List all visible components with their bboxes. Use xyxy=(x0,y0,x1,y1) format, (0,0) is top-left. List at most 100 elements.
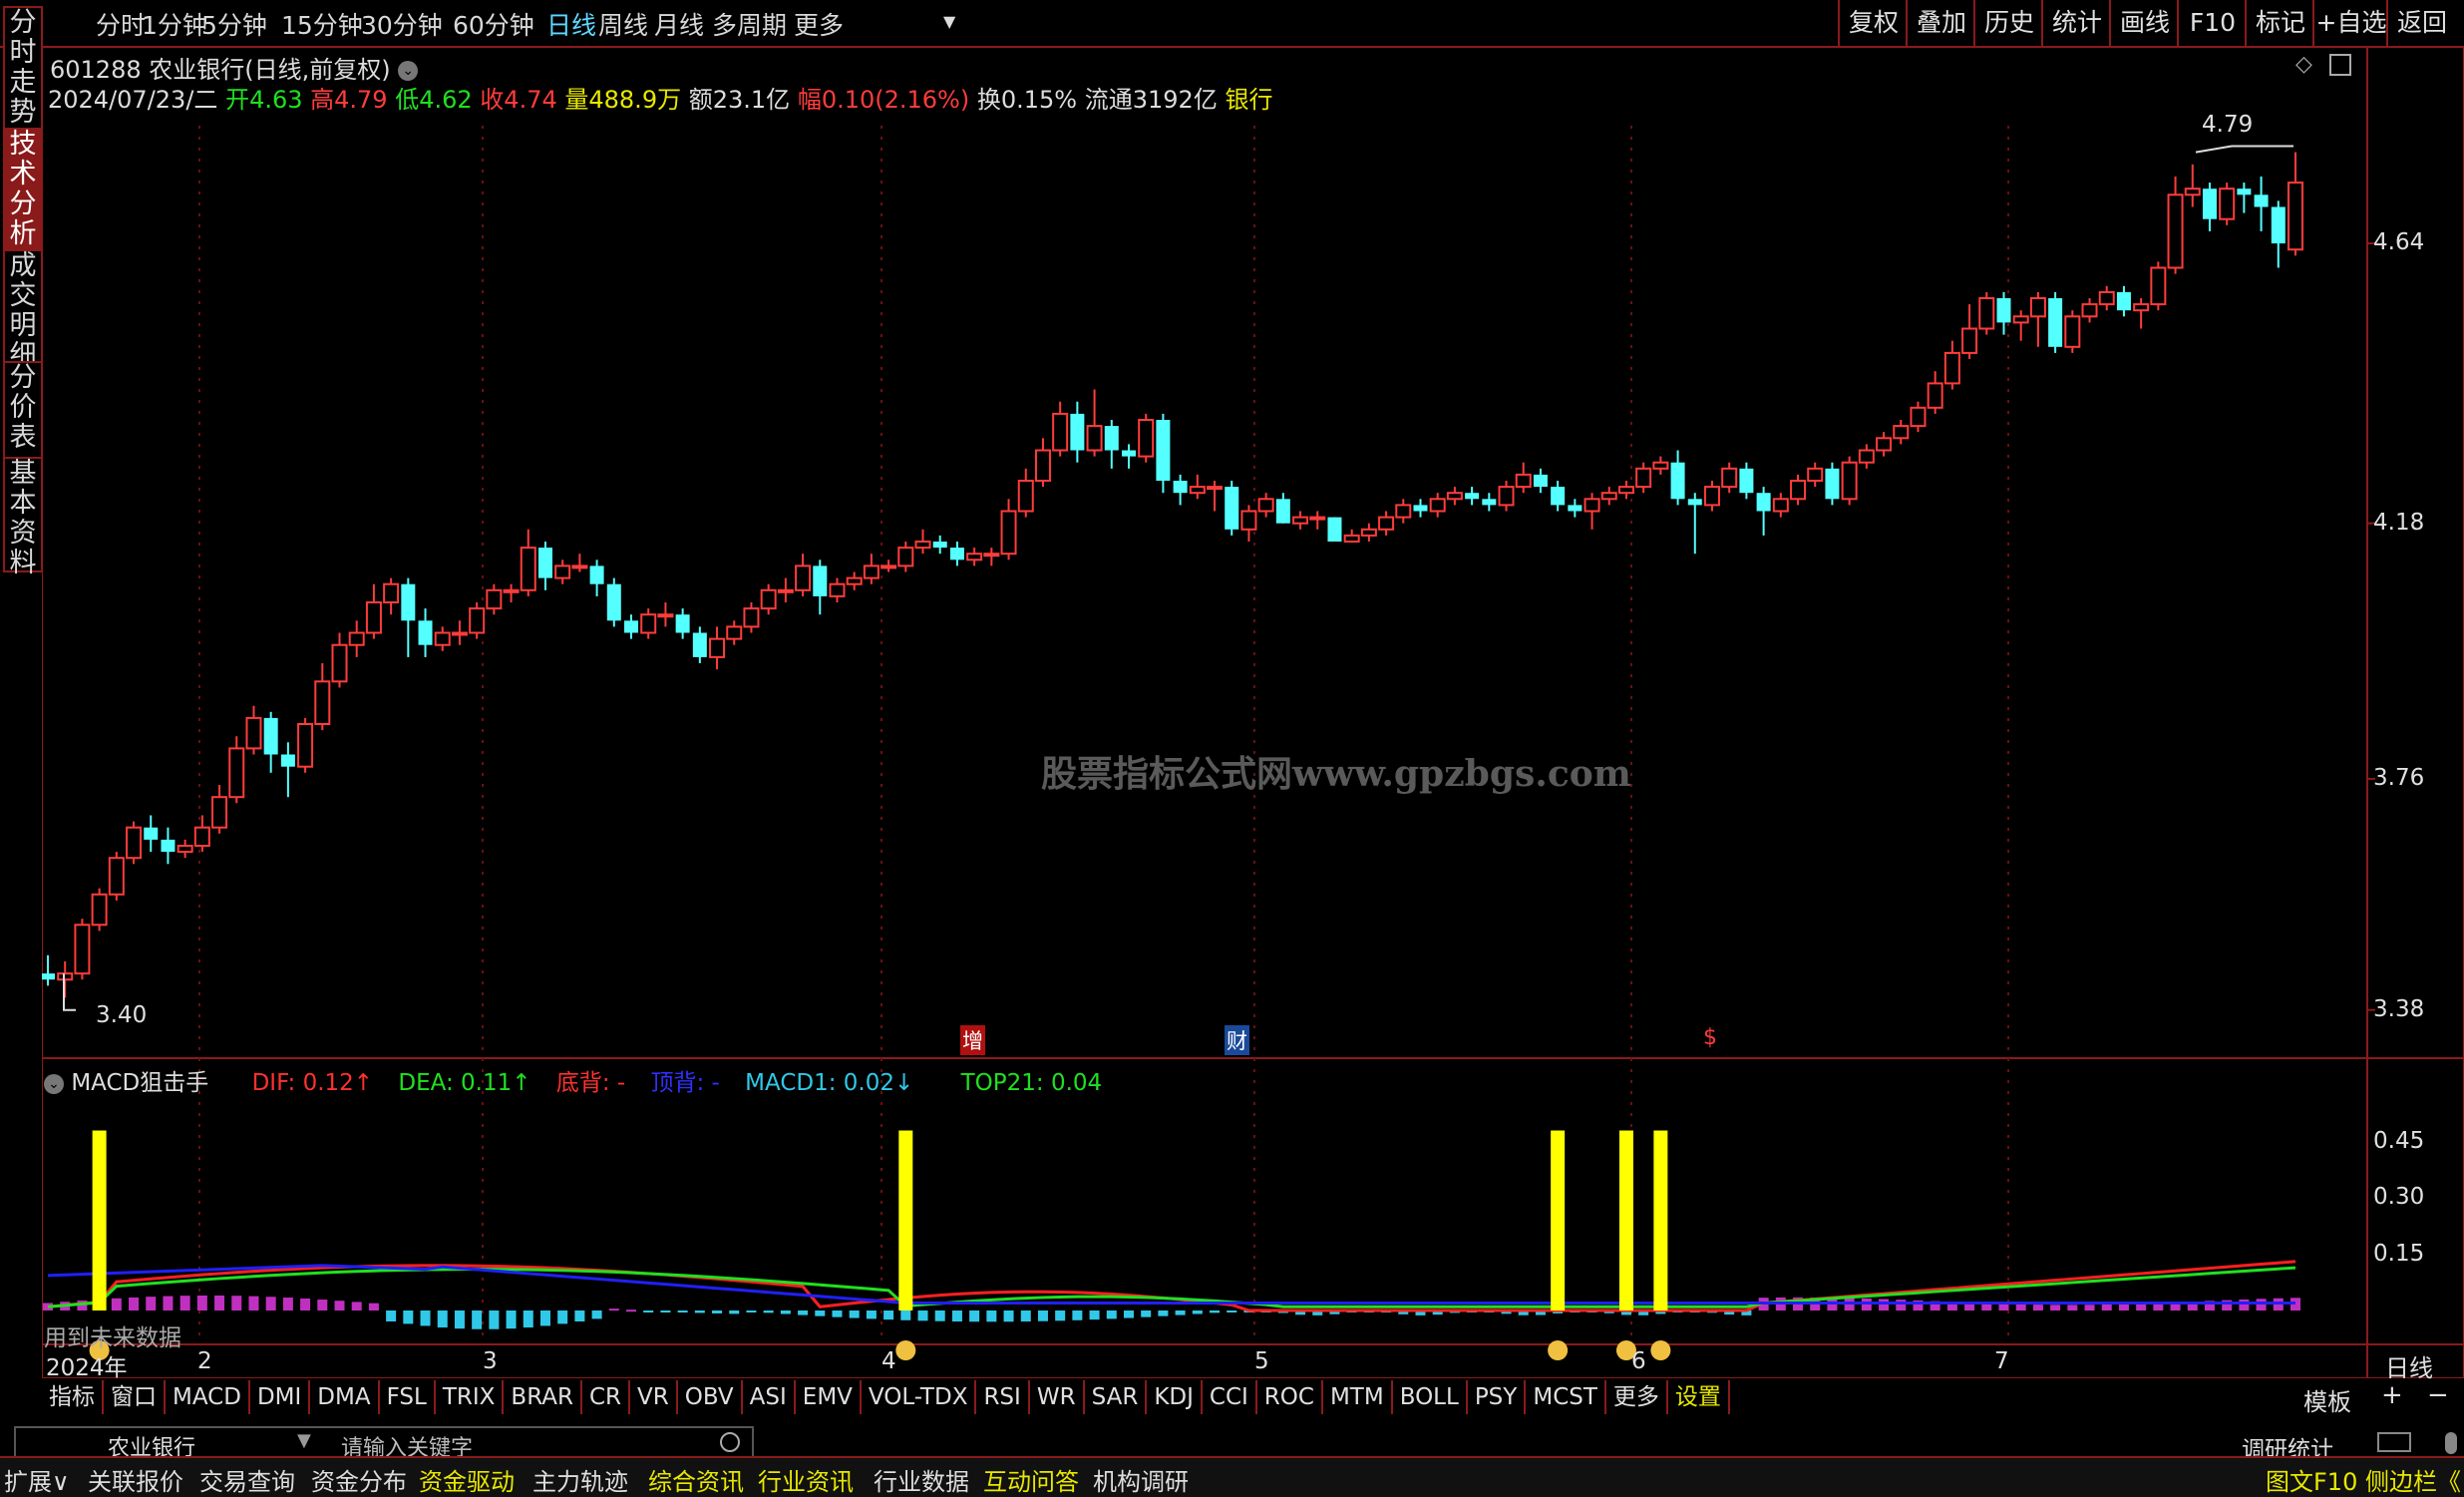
left-tab[interactable]: 分价表 xyxy=(3,361,43,459)
indicator-tab[interactable]: KDJ xyxy=(1147,1380,1203,1414)
macd-bar xyxy=(265,1297,276,1310)
candle xyxy=(777,577,794,602)
bottom-tab[interactable]: 机构调研 xyxy=(1093,1462,1189,1497)
indicator-tab[interactable]: 更多 xyxy=(1606,1380,1668,1414)
candle xyxy=(434,626,451,651)
search-box[interactable]: 农业银行 ▼ 请输入关键字 xyxy=(14,1426,754,1461)
candle xyxy=(1876,432,1893,457)
indicator-tab[interactable]: 设置 xyxy=(1668,1380,1730,1414)
macd-bar xyxy=(677,1310,688,1312)
toolbar-button[interactable]: 叠加 xyxy=(1906,0,1975,46)
bottom-tab[interactable]: 互动问答 xyxy=(983,1462,1079,1497)
left-tab[interactable]: 基本资料 xyxy=(3,457,43,578)
indicator-tab[interactable]: MCST xyxy=(1526,1380,1606,1414)
bottom-tab[interactable]: 扩展∨ xyxy=(4,1462,70,1497)
macd-bar xyxy=(900,1310,911,1320)
toolbar-button[interactable]: F10 xyxy=(2177,0,2247,46)
indicator-tab[interactable]: 窗口 xyxy=(104,1380,166,1414)
period-tab[interactable]: 更多 xyxy=(794,6,844,42)
candle xyxy=(1600,487,1617,506)
bottom-tab[interactable]: 资金分布 xyxy=(311,1462,407,1497)
month-label: 7 xyxy=(1994,1348,2009,1374)
macd-name[interactable]: MACD狙击手 xyxy=(71,1070,208,1096)
candle xyxy=(966,548,983,566)
dropdown-arrow-icon[interactable]: ▼ xyxy=(943,12,955,31)
period-tab[interactable]: 月线 xyxy=(654,6,704,42)
candle xyxy=(2271,200,2286,268)
candle xyxy=(1687,493,1702,555)
indicator-tab[interactable]: TRIX xyxy=(436,1380,505,1414)
indicator-tab[interactable]: CCI xyxy=(1203,1380,1257,1414)
period-tab[interactable]: 1分钟 xyxy=(142,6,207,42)
signal-marker xyxy=(1650,1340,1671,1360)
candle xyxy=(331,632,348,688)
period-tab[interactable]: 多周期 xyxy=(712,6,787,42)
candle xyxy=(1378,511,1395,536)
add-window-button[interactable]: + xyxy=(2381,1380,2403,1410)
indicator-tab[interactable]: PSY xyxy=(1468,1380,1527,1414)
indicator-tab[interactable]: 指标 xyxy=(42,1380,104,1414)
macd-bar xyxy=(1210,1310,1221,1313)
search-icon[interactable] xyxy=(720,1432,740,1452)
toolbar-button[interactable]: 统计 xyxy=(2041,0,2111,46)
toolbar-button[interactable]: 画线 xyxy=(2109,0,2179,46)
indicator-tab[interactable]: ASI xyxy=(743,1380,796,1414)
indicator-tab[interactable]: MTM xyxy=(1323,1380,1393,1414)
indicator-tab[interactable]: WR xyxy=(1030,1380,1085,1414)
bottom-tab[interactable]: 行业资讯 xyxy=(758,1462,854,1497)
candle xyxy=(108,852,125,901)
period-tab[interactable]: 60分钟 xyxy=(453,6,534,42)
remove-window-button[interactable]: − xyxy=(2427,1380,2449,1410)
candle xyxy=(263,711,278,773)
bottom-tab[interactable]: 主力轨迹 xyxy=(532,1462,628,1497)
indicator-tab[interactable]: CR xyxy=(582,1380,631,1414)
period-tab[interactable]: 30分钟 xyxy=(361,6,443,42)
candle xyxy=(554,560,571,584)
left-tab[interactable]: 技术分析 xyxy=(3,128,43,249)
bottom-tab[interactable]: 资金驱动 xyxy=(419,1462,515,1497)
indicator-tab[interactable]: ROC xyxy=(1257,1380,1323,1414)
toolbar-button[interactable]: 标记 xyxy=(2245,0,2314,46)
bottom-tab[interactable]: 行业数据 xyxy=(874,1462,969,1497)
sidebar-tab[interactable]: 侧边栏《 xyxy=(2365,1462,2461,1497)
period-tab[interactable]: 5分钟 xyxy=(201,6,267,42)
indicator-tab[interactable]: EMV xyxy=(796,1380,862,1414)
toolbar-button[interactable]: 复权 xyxy=(1838,0,1908,46)
kline-chart[interactable]: 股票指标公式网www.gpzbgs.com xyxy=(42,46,2464,1378)
toolbar-button[interactable]: 历史 xyxy=(1973,0,2043,46)
search-dropdown-icon[interactable]: ▼ xyxy=(297,1430,311,1451)
macd-settings-icon[interactable]: ⌄ xyxy=(44,1073,64,1094)
macd-bar xyxy=(557,1310,568,1324)
toolbar-button[interactable]: +自选 xyxy=(2312,0,2388,46)
candle xyxy=(1207,481,1224,512)
bottom-tab[interactable]: 关联报价 xyxy=(88,1462,183,1497)
f10-graphic-tab[interactable]: 图文F10 xyxy=(2266,1462,2357,1497)
indicator-tab[interactable]: BOLL xyxy=(1393,1380,1468,1414)
period-tab[interactable]: 分时 xyxy=(96,6,146,42)
indicator-tab[interactable]: DMA xyxy=(310,1380,380,1414)
indicator-tab[interactable]: VOL-TDX xyxy=(862,1380,977,1414)
indicator-tab[interactable]: SAR xyxy=(1085,1380,1148,1414)
candle xyxy=(1446,487,1463,506)
left-tab[interactable]: 分时走势 xyxy=(3,6,43,130)
scroll-icon[interactable] xyxy=(2445,1432,2457,1454)
bottom-tab[interactable]: 综合资讯 xyxy=(648,1462,744,1497)
grid-icon[interactable] xyxy=(2377,1432,2411,1452)
macd-bar xyxy=(729,1310,740,1314)
toolbar-button[interactable]: 返回 xyxy=(2386,0,2456,46)
indicator-tab[interactable]: MACD xyxy=(166,1380,250,1414)
signal-marker xyxy=(1548,1340,1569,1360)
left-tab[interactable]: 成交明细 xyxy=(3,249,43,371)
period-tab[interactable]: 周线 xyxy=(598,6,648,42)
indicator-tab[interactable]: DMI xyxy=(250,1380,311,1414)
indicator-tab[interactable]: VR xyxy=(630,1380,678,1414)
bottom-tab[interactable]: 交易查询 xyxy=(199,1462,295,1497)
indicator-tab[interactable]: RSI xyxy=(976,1380,1030,1414)
period-tab[interactable]: 15分钟 xyxy=(281,6,363,42)
indicator-tab[interactable]: BRAR xyxy=(504,1380,582,1414)
template-button[interactable]: 模板 xyxy=(2303,1382,2351,1417)
indicator-tab[interactable]: FSL xyxy=(380,1380,436,1414)
indicator-tab[interactable]: OBV xyxy=(678,1380,743,1414)
period-tab[interactable]: 日线 xyxy=(546,6,596,42)
candle xyxy=(606,577,621,627)
